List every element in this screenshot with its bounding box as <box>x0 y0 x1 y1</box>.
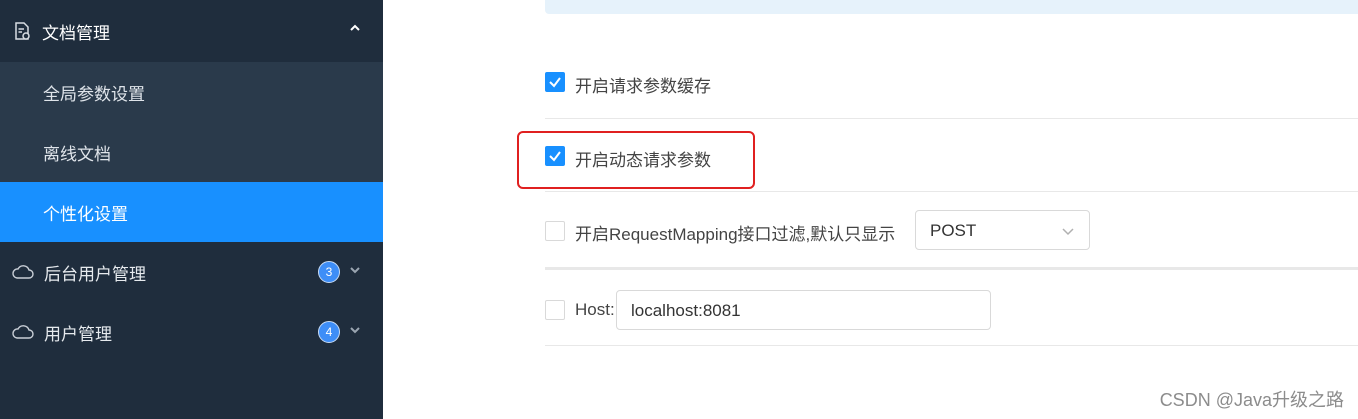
menu-doc-management[interactable]: 文档管理 <box>0 0 383 62</box>
cloud-icon <box>12 265 34 279</box>
highlight-annotation <box>517 131 755 189</box>
setting-row-mapping: 开启RequestMapping接口过滤,默认只显示 POST <box>545 192 1358 270</box>
chevron-down-icon <box>350 327 360 334</box>
host-input-value: localhost:8081 <box>631 301 741 320</box>
submenu-item-label: 全局参数设置 <box>43 84 145 104</box>
sidebar: 文档管理 全局参数设置 离线文档 个性化设置 后台用户管理 3 用户管理 4 <box>0 0 383 419</box>
submenu-item-label: 离线文档 <box>43 144 111 164</box>
menu-user-management[interactable]: 用户管理 4 <box>0 302 383 362</box>
chevron-up-icon <box>350 24 360 31</box>
submenu-item-personalization[interactable]: 个性化设置 <box>0 182 383 242</box>
checkmark-icon <box>549 77 561 88</box>
host-checkbox[interactable] <box>545 300 565 320</box>
host-label: Host: <box>575 300 615 319</box>
count-badge: 3 <box>318 261 340 283</box>
host-input[interactable]: localhost:8081 <box>616 290 991 330</box>
chevron-down-icon <box>350 267 360 274</box>
watermark: CSDN @Java升级之路 <box>1159 390 1344 410</box>
menu-admin-user-management-label: 后台用户管理 <box>44 264 146 284</box>
cache-checkbox[interactable] <box>545 72 565 92</box>
method-select-value: POST <box>930 221 977 240</box>
method-select[interactable]: POST <box>915 210 1090 250</box>
menu-user-management-label: 用户管理 <box>44 324 112 344</box>
setting-row-cache: 开启请求参数缓存 <box>545 46 1358 119</box>
document-settings-icon <box>15 22 30 40</box>
cloud-icon <box>12 325 34 339</box>
count-badge: 4 <box>318 321 340 343</box>
setting-row-host: Host: localhost:8081 <box>545 274 1358 346</box>
submenu-item-offline-docs[interactable]: 离线文档 <box>0 122 383 182</box>
menu-doc-management-label: 文档管理 <box>42 23 110 43</box>
mapping-filter-label: 开启RequestMapping接口过滤,默认只显示 <box>575 225 896 244</box>
submenu-item-global-params[interactable]: 全局参数设置 <box>0 62 383 122</box>
mapping-filter-checkbox[interactable] <box>545 221 565 241</box>
cache-label: 开启请求参数缓存 <box>575 77 711 96</box>
submenu-doc-management: 全局参数设置 离线文档 个性化设置 <box>0 62 383 242</box>
menu-admin-user-management[interactable]: 后台用户管理 3 <box>0 242 383 302</box>
submenu-item-label: 个性化设置 <box>43 204 128 224</box>
main-content: 开启请求参数缓存 开启动态请求参数 开启RequestMapping接口过滤,默… <box>383 0 1358 419</box>
chevron-down-icon <box>1062 228 1074 236</box>
info-banner <box>545 0 1358 14</box>
